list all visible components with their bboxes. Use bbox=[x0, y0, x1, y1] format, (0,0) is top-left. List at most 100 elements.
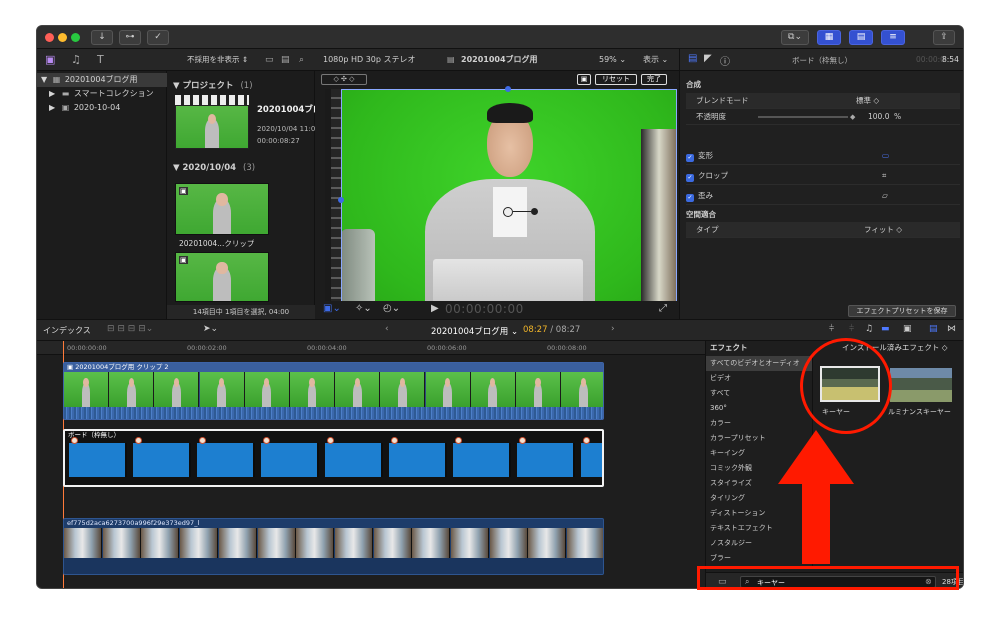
type-menu[interactable]: フィット ◇ bbox=[864, 222, 902, 237]
clip-thumbnail-1[interactable]: ▣ bbox=[175, 183, 269, 235]
spatial-conform-section[interactable]: 空間適合 bbox=[686, 207, 960, 223]
keyframe-marker-icon[interactable] bbox=[71, 437, 78, 444]
transform-handle-top[interactable] bbox=[505, 86, 511, 92]
project-thumbnail[interactable] bbox=[175, 105, 249, 149]
headphones-icon[interactable]: ♫ bbox=[865, 324, 873, 334]
keyframe-marker-icon[interactable] bbox=[519, 437, 526, 444]
transform-handle-left[interactable] bbox=[338, 197, 344, 203]
transform-center-handle[interactable] bbox=[503, 207, 513, 217]
libraries-icon[interactable]: ▣ bbox=[45, 53, 55, 66]
keyframe-marker-icon[interactable] bbox=[391, 437, 398, 444]
compositing-section[interactable]: 合成 bbox=[686, 77, 960, 93]
crop-checkbox[interactable]: ✓ bbox=[686, 174, 694, 182]
clip-thumbnail-2[interactable]: ▣ bbox=[175, 252, 269, 302]
viewer-view-menu[interactable]: 表示 ⌄ bbox=[643, 49, 668, 71]
effects-category-item[interactable]: すべてのビデオとオーディオ bbox=[706, 356, 812, 372]
rotation-handle[interactable] bbox=[531, 208, 538, 215]
effect-luma-keyer-label[interactable]: ルミナンスキーヤー bbox=[888, 407, 960, 417]
effects-category-item[interactable]: すべて bbox=[706, 386, 812, 401]
distort-row[interactable]: ✓ 歪み ⏥ bbox=[686, 187, 960, 205]
skimming-icon[interactable]: ⫩ bbox=[829, 324, 834, 334]
fullscreen-icon[interactable]: ⤢ bbox=[659, 303, 667, 314]
viewer-zoom-menu[interactable]: 59% ⌄ bbox=[599, 49, 626, 71]
keyframe-marker-icon[interactable] bbox=[327, 437, 334, 444]
enhance-icon[interactable]: ✧⌄ bbox=[355, 303, 372, 314]
import-button[interactable]: ↓ bbox=[91, 30, 113, 45]
clip-greenscreen[interactable]: ▣ 20201004ブログ用 クリップ 2 bbox=[63, 362, 604, 420]
crop-overlay-icon[interactable]: ⌗ bbox=[882, 167, 886, 184]
background-tasks-button[interactable]: ✓ bbox=[147, 30, 169, 45]
titles-generators-icon[interactable]: T bbox=[97, 53, 104, 66]
select-tool-icon[interactable]: ➤⌄ bbox=[203, 324, 218, 334]
transform-tool-icon[interactable]: ▣⌄ bbox=[323, 303, 341, 314]
keyframe-marker-icon[interactable] bbox=[455, 437, 462, 444]
search-icon[interactable]: ⌕ bbox=[299, 49, 304, 71]
date-section-header[interactable]: ▼ 2020/10/04 (3) bbox=[173, 163, 255, 173]
timeline-ruler[interactable]: 00:00:00:00 00:00:02:00 00:00:04:00 00:0… bbox=[37, 341, 705, 355]
clip-filter-menu[interactable]: 不採用を非表示 ⇕ bbox=[187, 49, 248, 71]
keyframe-marker-icon[interactable] bbox=[263, 437, 270, 444]
keyframe-marker-icon[interactable] bbox=[199, 437, 206, 444]
opacity-slider[interactable] bbox=[758, 116, 848, 118]
retime-icon[interactable]: ◴⌄ bbox=[383, 303, 400, 314]
transform-checkbox[interactable]: ✓ bbox=[686, 154, 694, 162]
transform-bounding-box[interactable] bbox=[341, 89, 677, 311]
audio-skimming-icon[interactable]: ⫩ bbox=[849, 324, 854, 334]
close-window-button[interactable] bbox=[45, 33, 54, 42]
effects-browser-icon[interactable]: ▤ bbox=[929, 324, 938, 334]
forward-icon[interactable]: › bbox=[611, 324, 615, 334]
library-item-event[interactable]: ▶ ▣ 2020-10-04 bbox=[37, 101, 167, 115]
clip-appearance-icon[interactable]: ▣ bbox=[903, 324, 912, 334]
play-icon[interactable]: ▶ bbox=[431, 303, 439, 314]
crop-frame-icon[interactable]: ▣ bbox=[577, 74, 591, 85]
keyframe-marker-icon[interactable] bbox=[135, 437, 142, 444]
clip-board[interactable]: ボード（枠無し） bbox=[63, 429, 604, 487]
transform-row[interactable]: ✓ 変形 ▭ bbox=[686, 147, 960, 165]
crop-row[interactable]: ✓ クロップ ⌗ bbox=[686, 167, 960, 185]
inspector-toggle-button[interactable]: ≡ bbox=[881, 30, 905, 45]
info-icon[interactable]: ⓘ bbox=[720, 53, 730, 68]
transform-overlay-icon[interactable]: ▭ bbox=[882, 147, 889, 164]
save-effects-preset-button[interactable]: エフェクトプリセットを保存 bbox=[848, 305, 956, 317]
effects-category-item[interactable]: ビデオ bbox=[706, 371, 812, 386]
timeline-project-name[interactable]: 20201004ブログ用 ⌄ bbox=[431, 325, 518, 337]
library-item-main[interactable]: ▼ ▦ 20201004ブログ用 bbox=[37, 73, 167, 87]
opacity-label: 不透明度 bbox=[696, 112, 726, 121]
browser-toggle-button[interactable]: ▦ bbox=[817, 30, 841, 45]
zoom-window-button[interactable] bbox=[71, 33, 80, 42]
color-inspector-icon[interactable]: ◤ bbox=[704, 53, 712, 64]
clip-background[interactable]: ef775d2aca6273700a996f29e373ed97_l bbox=[63, 518, 604, 575]
clip-settings-icon[interactable]: ▤ bbox=[281, 49, 290, 71]
projects-section-header[interactable]: ▼ プロジェクト (1) bbox=[173, 79, 253, 91]
blend-mode-menu[interactable]: 標準 ◇ bbox=[856, 93, 879, 108]
share-button[interactable]: ⇪ bbox=[933, 30, 955, 45]
effect-luma-keyer-thumbnail[interactable] bbox=[890, 368, 952, 402]
effects-category-item[interactable]: 360° bbox=[706, 401, 812, 416]
minimize-window-button[interactable] bbox=[58, 33, 67, 42]
transitions-browser-icon[interactable]: ⋈ bbox=[947, 324, 956, 334]
index-button[interactable]: インデックス bbox=[43, 325, 91, 336]
keywords-button[interactable]: ⊶ bbox=[119, 30, 141, 45]
timecode-display[interactable]: 00:00:00:00 bbox=[445, 302, 524, 316]
back-icon[interactable]: ‹ bbox=[385, 324, 389, 334]
distort-overlay-icon[interactable]: ⏥ bbox=[882, 187, 888, 204]
video-inspector-icon[interactable]: ▤ bbox=[688, 53, 697, 64]
edit-buttons-icon[interactable]: ⊟ ⊟ ⊟ ⊟⌄ bbox=[107, 324, 153, 334]
board-frame bbox=[453, 443, 511, 477]
projects-section-label: プロジェクト bbox=[182, 81, 234, 91]
filmstrip-icon[interactable]: ▭ bbox=[265, 49, 274, 71]
green-screen-frame[interactable] bbox=[338, 86, 677, 314]
done-button[interactable]: 完了 bbox=[641, 74, 667, 85]
timeline-toggle-button[interactable]: ▤ bbox=[849, 30, 873, 45]
keyframe-marker-icon[interactable] bbox=[583, 437, 590, 444]
library-item-smart-collections[interactable]: ▶ ▬ スマートコレクション bbox=[37, 87, 167, 101]
reset-button[interactable]: リセット bbox=[595, 74, 637, 85]
filmstrip-frame bbox=[380, 372, 426, 407]
distort-checkbox[interactable]: ✓ bbox=[686, 194, 694, 202]
filmstrip-frame bbox=[335, 372, 381, 407]
workspace-layout-button[interactable]: ⧉⌄ bbox=[781, 30, 809, 45]
transform-mode-controls[interactable]: ◇ ✣ ◇ bbox=[321, 74, 367, 85]
opacity-value[interactable]: 100.0 bbox=[868, 109, 889, 124]
photos-audio-icon[interactable]: ♫ bbox=[71, 53, 81, 66]
snapping-icon[interactable]: ▬ bbox=[881, 324, 890, 334]
